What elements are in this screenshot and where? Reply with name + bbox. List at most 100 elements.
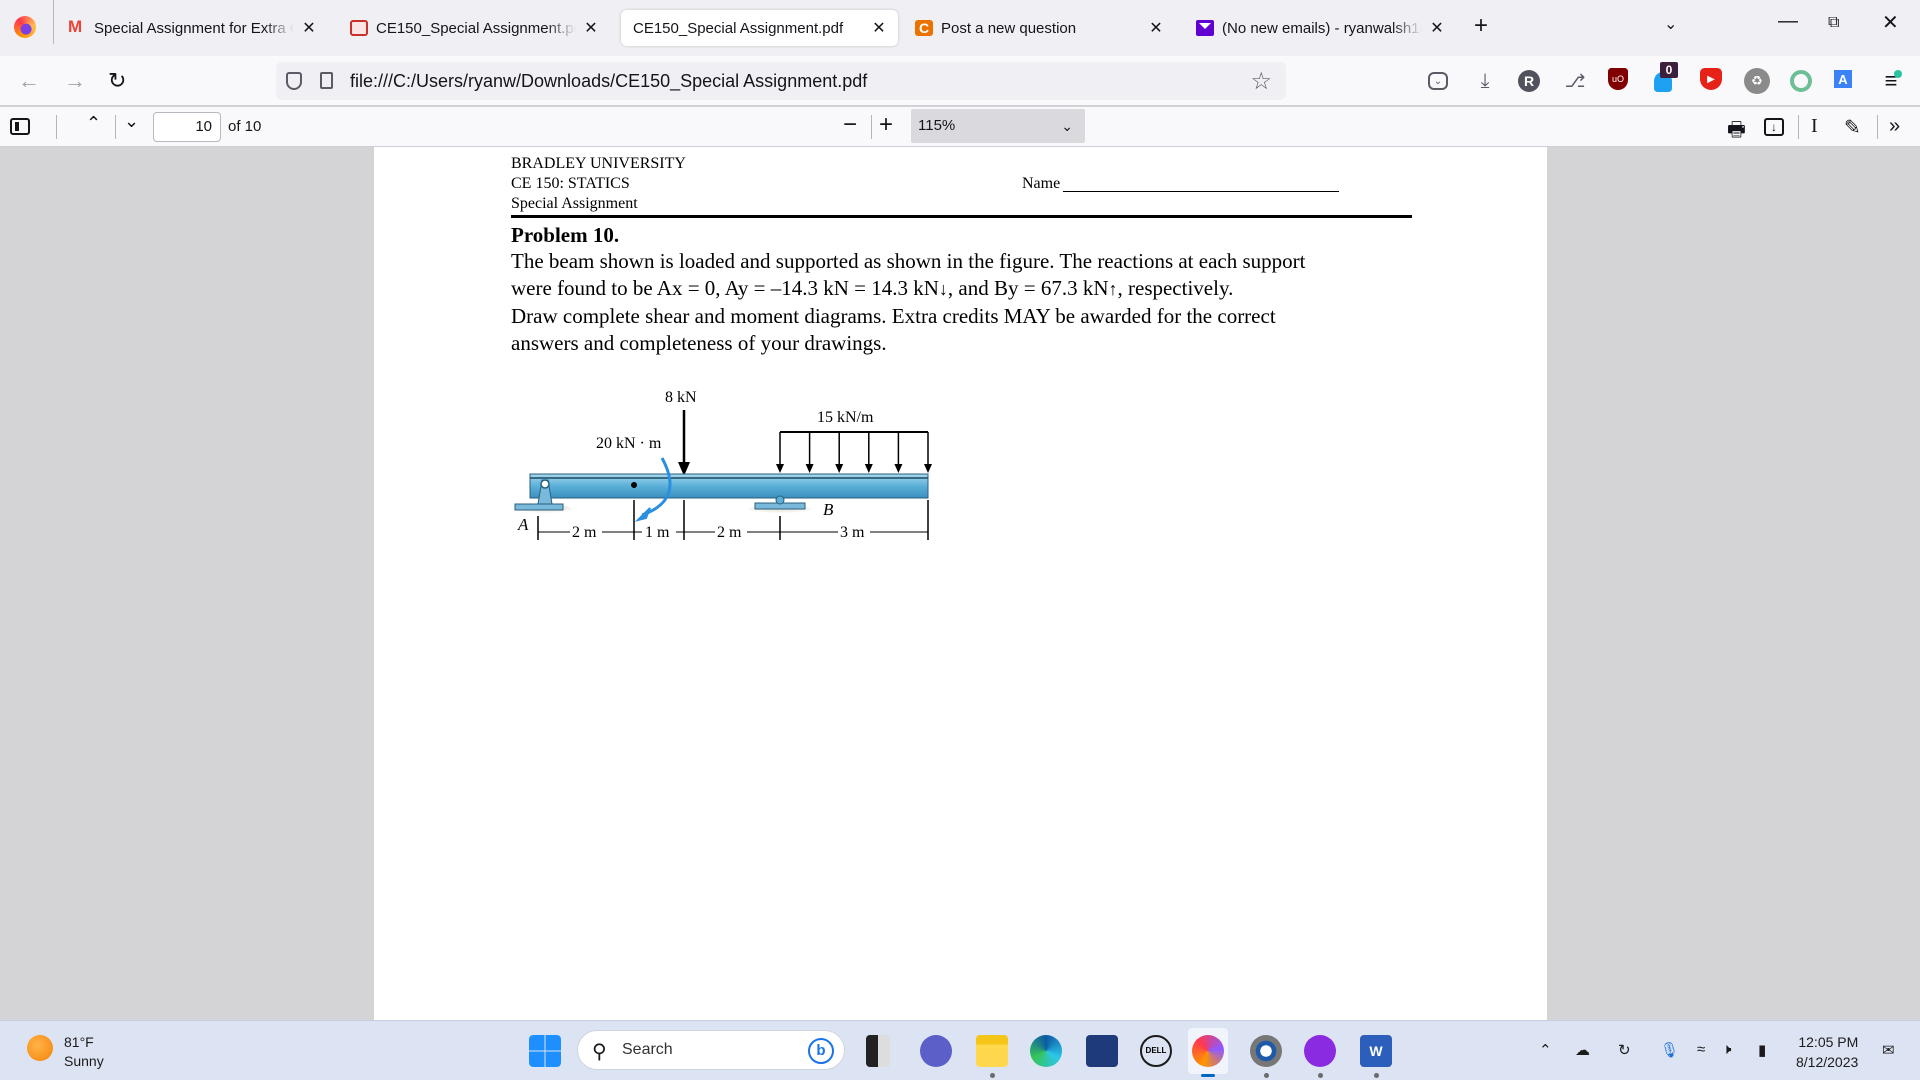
close-tab-icon[interactable]: ✕ <box>870 18 888 38</box>
firefox-view-icon[interactable] <box>14 16 36 38</box>
clock[interactable]: 12:05 PM 8/12/2023 <box>1796 1032 1858 1072</box>
task-view-icon[interactable] <box>866 1035 890 1067</box>
volume-icon[interactable]: 🕨 <box>1722 1041 1731 1058</box>
teams-chat-icon[interactable] <box>920 1035 952 1067</box>
divider <box>871 115 872 139</box>
recycle-ext-icon[interactable]: ♻ <box>1744 68 1770 94</box>
weather-widget[interactable]: 81°F Sunny <box>64 1033 104 1071</box>
grammar-ext-icon[interactable] <box>1790 70 1812 92</box>
next-page-icon[interactable]: ⌄ <box>124 111 139 132</box>
tracking-protection-icon[interactable] <box>286 72 302 90</box>
bookmark-star-icon[interactable]: ☆ <box>1250 67 1272 96</box>
close-tab-icon[interactable]: ✕ <box>582 18 600 38</box>
reload-icon[interactable]: ↻ <box>108 68 126 94</box>
running-indicator <box>1374 1073 1379 1078</box>
list-all-tabs-icon[interactable]: ⌄ <box>1664 14 1677 34</box>
page-count: of 10 <box>228 118 262 135</box>
save-icon[interactable]: ↓ <box>1764 118 1784 136</box>
udl-arrow-head <box>776 464 784 473</box>
taskbar-search[interactable]: ⚲ Search b <box>577 1030 845 1070</box>
youtube-ext-icon[interactable]: ▶ <box>1700 68 1722 90</box>
yahoo-mail-icon <box>1196 20 1214 36</box>
dim-label-4: 3 m <box>840 524 865 541</box>
tab-chegg[interactable]: C Post a new question ✕ <box>905 10 1175 46</box>
word-icon[interactable]: W <box>1360 1035 1392 1067</box>
notification-icon[interactable]: ✉ <box>1882 1041 1895 1059</box>
header-university: BRADLEY UNIVERSITY <box>511 155 686 172</box>
settings-icon[interactable] <box>1250 1035 1282 1067</box>
header-rule <box>511 215 1412 218</box>
name-label: Name <box>1022 175 1061 192</box>
dim-label-2: 1 m <box>645 524 670 541</box>
microphone-icon[interactable]: 🎙 <box>1660 1041 1679 1059</box>
weather-sun-icon[interactable] <box>27 1035 53 1061</box>
tab-active-pdf[interactable]: CE150_Special Assignment.pdf ✕ <box>621 10 898 46</box>
minimize-icon[interactable]: — <box>1778 10 1798 33</box>
udl-arrow-head <box>835 464 844 473</box>
print-icon[interactable]: 🖶 <box>1727 115 1746 149</box>
new-tab-button[interactable]: + <box>1474 12 1488 40</box>
file-explorer-icon[interactable] <box>976 1035 1008 1067</box>
tab-label: CE150_Special Assignment.pdf <box>633 19 844 37</box>
zoom-select[interactable]: 115% ⌄ <box>911 109 1085 143</box>
chevron-down-icon: ⌄ <box>1061 118 1073 134</box>
draw-icon[interactable]: ✎ <box>1844 115 1861 140</box>
close-tab-icon[interactable]: ✕ <box>1147 18 1165 38</box>
more-tools-icon[interactable]: » <box>1889 115 1900 138</box>
pdf-toolbar: ⌃ ⌄ 10 of 10 − + 115% ⌄ 🖶 ↓ I ✎ » <box>0 107 1920 147</box>
moment-point <box>631 482 637 488</box>
close-tab-icon[interactable]: ✕ <box>300 18 318 38</box>
distributed-load-label: 15 kN/m <box>817 409 874 426</box>
download-icon[interactable]: ⤓ <box>1472 68 1498 94</box>
page-info-icon[interactable] <box>320 72 333 89</box>
tab-gmail[interactable]: Special Assignment for Extra Credit ✕ <box>58 10 328 46</box>
back-icon[interactable]: ← <box>18 68 40 94</box>
wifi-icon[interactable]: ≈ <box>1697 1041 1705 1058</box>
battery-icon[interactable]: ▮ <box>1758 1041 1766 1059</box>
problem-text: The beam shown is loaded and supported a… <box>511 248 1431 357</box>
app-icon[interactable] <box>1304 1035 1336 1067</box>
running-indicator <box>1318 1073 1323 1078</box>
zoom-out-button[interactable]: − <box>843 111 857 139</box>
time: 12:05 PM <box>1798 1034 1859 1050</box>
dell-icon[interactable]: DELL <box>1140 1035 1172 1067</box>
tab-label: (No new emails) - ryanwalsh180 <box>1222 19 1422 37</box>
restore-icon[interactable]: ⧉ <box>1828 14 1839 32</box>
extensions-puzzle-icon[interactable]: ⎇ <box>1562 68 1588 94</box>
text-tool-icon[interactable]: I <box>1811 115 1818 138</box>
divider <box>1798 115 1799 139</box>
profile-avatar[interactable]: R <box>1518 70 1540 92</box>
problem-line-4: answers and completeness of your drawing… <box>511 331 887 355</box>
url-text[interactable]: file:///C:/Users/ryanw/Downloads/CE150_S… <box>350 71 867 92</box>
problem-line-1: The beam shown is loaded and supported a… <box>511 249 1306 273</box>
firefox-icon <box>1192 1035 1224 1067</box>
pocket-icon[interactable]: ⌄ <box>1428 72 1448 90</box>
support-a-label: A <box>517 515 529 534</box>
close-tab-icon[interactable]: ✕ <box>1428 18 1446 38</box>
edge-icon[interactable] <box>1030 1035 1062 1067</box>
address-bar[interactable]: file:///C:/Users/ryanw/Downloads/CE150_S… <box>276 62 1286 100</box>
problem-title: Problem 10. <box>511 223 620 247</box>
sync-icon[interactable]: ↻ <box>1618 1041 1631 1059</box>
tab-bradley-pdf[interactable]: CE150_Special Assignment.pdf: ✕ <box>340 10 610 46</box>
divider <box>56 115 57 139</box>
bing-icon[interactable]: b <box>808 1038 834 1064</box>
previous-page-icon[interactable]: ⌃ <box>86 113 101 134</box>
ublock-origin-icon[interactable]: uO <box>1608 68 1628 90</box>
weather-desc: Sunny <box>64 1053 104 1069</box>
windows-start-icon[interactable] <box>529 1035 561 1067</box>
microsoft-store-icon[interactable] <box>1086 1035 1118 1067</box>
tab-label: Special Assignment for Extra Credit <box>94 19 294 37</box>
tab-yahoo-mail[interactable]: (No new emails) - ryanwalsh180 ✕ <box>1186 10 1456 46</box>
chegg-icon: C <box>915 20 933 36</box>
close-window-icon[interactable]: ✕ <box>1882 10 1899 35</box>
forward-icon[interactable]: → <box>64 68 86 94</box>
zoom-in-button[interactable]: + <box>879 111 893 139</box>
divider <box>115 115 116 139</box>
sidebar-toggle-icon[interactable] <box>10 118 30 135</box>
problem-line-3: Draw complete shear and moment diagrams.… <box>511 304 1276 328</box>
show-hidden-icons[interactable]: ⌃ <box>1539 1041 1552 1059</box>
onedrive-icon[interactable]: ☁ <box>1575 1041 1590 1059</box>
page-number-input[interactable]: 10 <box>153 112 221 142</box>
translate-icon[interactable]: A <box>1834 70 1852 88</box>
